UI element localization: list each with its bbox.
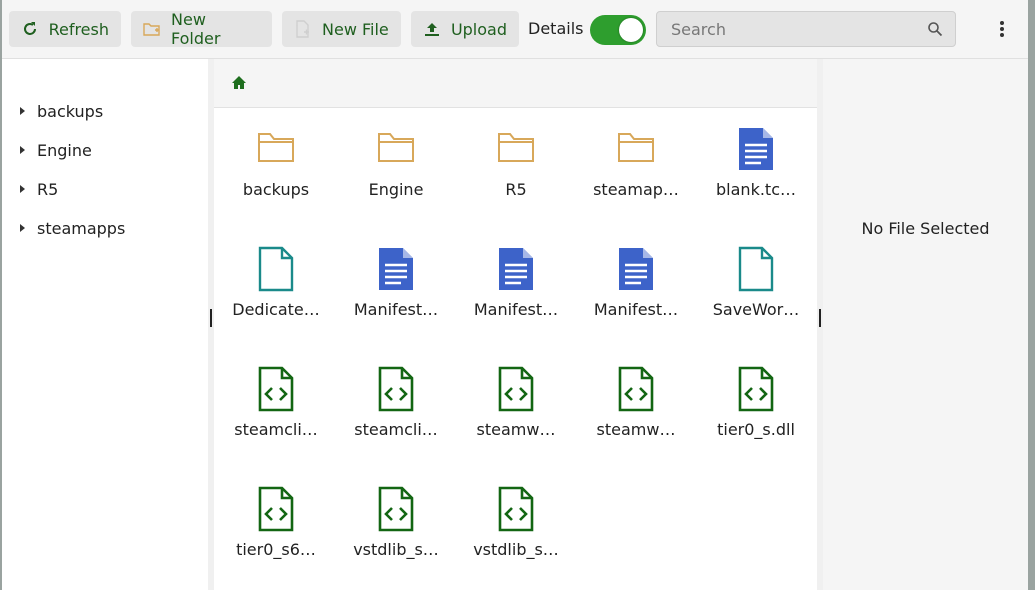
file-name: steamw… — [596, 420, 676, 439]
new-folder-icon — [143, 20, 161, 38]
file-item[interactable]: tier0_s6… — [221, 468, 331, 578]
details-toggle[interactable] — [590, 15, 646, 45]
file-name: steamw… — [476, 420, 556, 439]
search-box — [656, 11, 956, 47]
folder-icon — [496, 126, 536, 172]
code-file-icon — [496, 366, 536, 412]
code-file-icon — [496, 486, 536, 532]
file-name: tier0_s6… — [236, 540, 316, 559]
file-item[interactable]: SaveWor… — [701, 228, 811, 338]
file-item[interactable]: tier0_s.dll — [701, 348, 811, 458]
code-file-icon — [376, 486, 416, 532]
file-name: SaveWor… — [712, 300, 800, 319]
file-browser-pane: backups Engine R5 steamap… blank.tc… Dedicate… — [214, 59, 817, 590]
folder-icon — [256, 126, 296, 172]
folder-icon — [376, 126, 416, 172]
chevron-right-icon[interactable] — [20, 224, 25, 232]
file-item[interactable]: vstdlib_s… — [341, 468, 451, 578]
upload-button[interactable]: Upload — [411, 11, 519, 47]
file-item[interactable]: steamw… — [461, 348, 571, 458]
file-name: steamap… — [593, 180, 679, 199]
file-item[interactable]: Manifest… — [461, 228, 571, 338]
file-icon — [256, 246, 296, 292]
splitter-grip — [210, 309, 212, 327]
file-name: vstdlib_s… — [353, 540, 439, 559]
tree-item-label: R5 — [37, 179, 59, 199]
tree-item-backups[interactable]: backups — [20, 99, 103, 123]
search-icon[interactable] — [927, 21, 943, 37]
file-item[interactable]: steamcli… — [341, 348, 451, 458]
upload-icon — [423, 20, 441, 38]
tree-item-r5[interactable]: R5 — [20, 177, 58, 201]
file-grid: backups Engine R5 steamap… blank.tc… Dedicate… — [214, 108, 817, 590]
no-file-selected-text: No File Selected — [861, 219, 990, 238]
file-item[interactable]: Manifest… — [341, 228, 451, 338]
file-item[interactable]: R5 — [461, 108, 571, 218]
file-name: blank.tc… — [716, 180, 796, 199]
tree-item-label: steamapps — [37, 218, 126, 238]
splitter-grip — [819, 309, 821, 327]
text-document-icon — [376, 246, 416, 292]
file-item[interactable]: blank.tc… — [701, 108, 811, 218]
file-name: steamcli… — [354, 420, 438, 439]
code-file-icon — [256, 486, 296, 532]
code-file-icon — [256, 366, 296, 412]
new-folder-button[interactable]: New Folder — [131, 10, 272, 48]
more-options-icon[interactable] — [992, 16, 1012, 42]
code-file-icon — [616, 366, 656, 412]
file-name: Manifest… — [593, 300, 679, 319]
code-file-icon — [376, 366, 416, 412]
file-name: vstdlib_s… — [473, 540, 559, 559]
file-item[interactable]: steamcli… — [221, 348, 331, 458]
file-name: Dedicate… — [232, 300, 320, 319]
refresh-icon — [21, 20, 39, 38]
file-item[interactable]: Dedicate… — [221, 228, 331, 338]
text-document-icon — [496, 246, 536, 292]
tree-item-label: backups — [37, 101, 104, 121]
breadcrumb — [214, 59, 817, 108]
new-file-icon — [294, 20, 312, 38]
refresh-button[interactable]: Refresh — [9, 11, 121, 47]
file-name: steamcli… — [234, 420, 318, 439]
file-item[interactable]: steamw… — [581, 348, 691, 458]
file-name: Engine — [368, 180, 424, 199]
toolbar: Refresh New Folder New File Upload Detai… — [2, 0, 1028, 59]
search-input[interactable] — [657, 18, 923, 40]
tree-item-engine[interactable]: Engine — [20, 138, 92, 162]
file-name: backups — [242, 180, 310, 199]
chevron-right-icon[interactable] — [20, 185, 25, 193]
file-item[interactable]: steamap… — [581, 108, 691, 218]
file-name: R5 — [505, 180, 527, 199]
details-pane: No File Selected — [823, 59, 1028, 590]
new-file-label: New File — [322, 19, 389, 39]
file-name: Manifest… — [473, 300, 559, 319]
folder-icon — [616, 126, 656, 172]
file-item[interactable]: vstdlib_s… — [461, 468, 571, 578]
new-folder-label: New Folder — [171, 10, 221, 48]
new-file-button[interactable]: New File — [282, 11, 401, 47]
details-toggle-knob — [619, 18, 643, 42]
folder-tree: backups Engine R5 steamapps — [2, 59, 208, 590]
text-document-icon — [616, 246, 656, 292]
file-item[interactable]: Engine — [341, 108, 451, 218]
refresh-label: Refresh — [48, 19, 109, 39]
file-manager-window: Refresh New Folder New File Upload Detai… — [2, 0, 1028, 590]
tree-item-label: Engine — [37, 140, 92, 160]
file-icon — [736, 246, 776, 292]
code-file-icon — [736, 366, 776, 412]
file-name: Manifest… — [353, 300, 439, 319]
upload-label: Upload — [450, 19, 507, 39]
details-label: Details — [528, 19, 584, 38]
chevron-right-icon[interactable] — [20, 107, 25, 115]
file-item[interactable]: backups — [221, 108, 331, 218]
file-item[interactable]: Manifest… — [581, 228, 691, 338]
home-icon[interactable] — [231, 75, 247, 91]
file-name: tier0_s.dll — [717, 420, 795, 439]
tree-item-steamapps[interactable]: steamapps — [20, 216, 125, 240]
text-document-icon — [736, 126, 776, 172]
chevron-right-icon[interactable] — [20, 146, 25, 154]
